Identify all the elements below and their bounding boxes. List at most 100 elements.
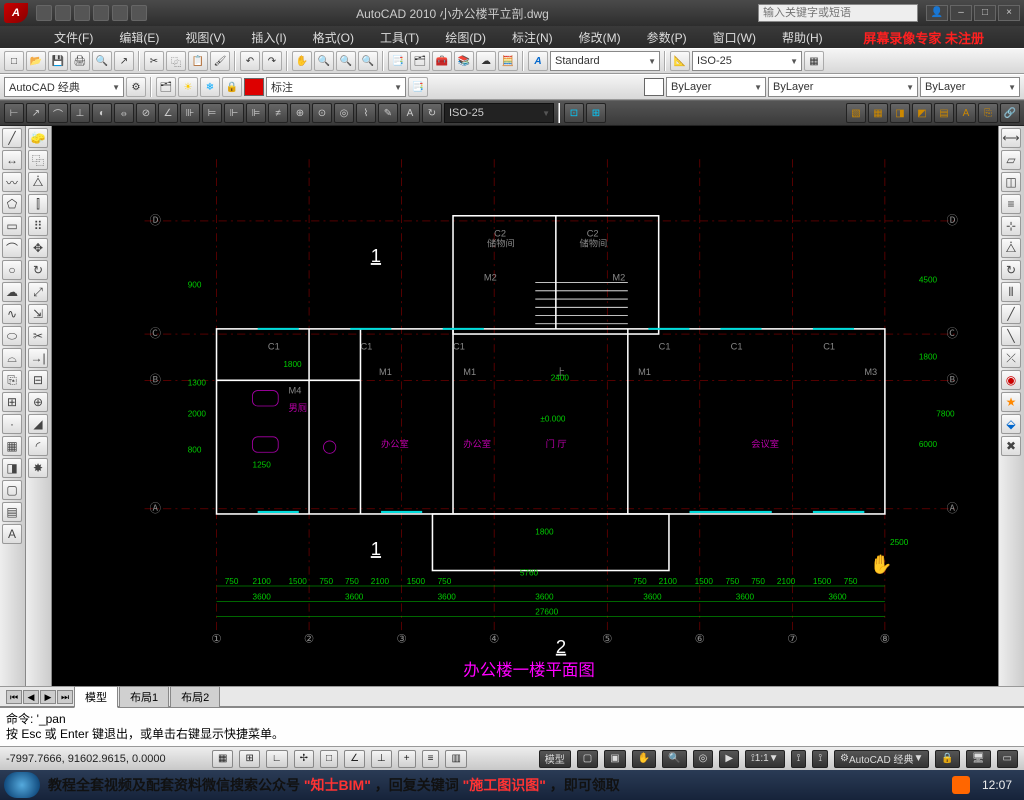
annoauto-icon[interactable]: ⟟ <box>812 750 828 768</box>
qp-icon[interactable]: ▥ <box>445 750 466 768</box>
dim-aligned-icon[interactable]: ↗ <box>26 103 46 123</box>
qat-undo-icon[interactable] <box>93 5 109 21</box>
tab-layout2[interactable]: 布局2 <box>170 686 220 708</box>
ortho-icon[interactable]: ∟ <box>266 750 288 768</box>
chamfer-icon[interactable]: ◢ <box>28 414 48 434</box>
dim-ang-icon[interactable]: ∠ <box>158 103 178 123</box>
mirror-icon[interactable]: ⧊ <box>28 172 48 192</box>
infocenter-icon[interactable]: 👤 <box>926 5 948 21</box>
table-icon[interactable]: ▤ <box>934 103 954 123</box>
layer-combo[interactable]: 标注 <box>266 77 406 97</box>
trim-icon[interactable]: ✂ <box>28 326 48 346</box>
constrain2-icon[interactable]: ⊞ <box>586 103 606 123</box>
drawing-canvas[interactable]: C2 C2 储物间 储物间 M2 M2 C1 C1 C1 C1 C1 C1 M1… <box>52 126 998 686</box>
pan-icon[interactable]: ✋ <box>292 51 312 71</box>
array-icon[interactable]: ⠿ <box>28 216 48 236</box>
mtext-icon[interactable]: A <box>956 103 976 123</box>
block-icon[interactable]: ▧ <box>846 103 866 123</box>
erase-icon[interactable]: 🧽 <box>28 128 48 148</box>
polar-icon[interactable]: ✢ <box>294 750 314 768</box>
app-logo[interactable]: A <box>4 3 28 23</box>
layerstate-icon[interactable]: 📑 <box>408 77 428 97</box>
markup-icon[interactable]: ☁ <box>476 51 496 71</box>
extend-icon[interactable]: →| <box>28 348 48 368</box>
linetype-combo[interactable]: ByLayer <box>768 77 918 97</box>
menu-param[interactable]: 参数(P) <box>643 27 691 48</box>
max-button[interactable]: □ <box>974 5 996 21</box>
qat-new-icon[interactable] <box>36 5 52 21</box>
layer-color-swatch[interactable] <box>244 78 264 96</box>
region3-icon[interactable]: ◫ <box>1001 172 1021 192</box>
undo-icon[interactable]: ↶ <box>240 51 260 71</box>
ssm-icon[interactable]: 📚 <box>454 51 474 71</box>
spline-icon[interactable]: ∿ <box>2 304 22 324</box>
qat-open-icon[interactable] <box>55 5 71 21</box>
ex-icon[interactable]: ╱ <box>1001 304 1021 324</box>
join-icon[interactable]: ⊕ <box>28 392 48 412</box>
props-icon[interactable]: 📑 <box>388 51 408 71</box>
id-icon[interactable]: ⊹ <box>1001 216 1021 236</box>
ora-icon[interactable]: ★ <box>1001 392 1021 412</box>
help-search-input[interactable] <box>758 4 918 22</box>
arc-icon[interactable]: ⌒ <box>2 238 22 258</box>
start-button[interactable] <box>4 772 40 798</box>
move-icon[interactable]: ✥ <box>28 238 48 258</box>
area-icon[interactable]: ▱ <box>1001 150 1021 170</box>
scale-icon[interactable]: ⤢ <box>28 282 48 302</box>
preview-icon[interactable]: 🔍 <box>92 51 112 71</box>
ellipse-icon[interactable]: ⬭ <box>2 326 22 346</box>
hatch-icon[interactable]: ▦ <box>868 103 888 123</box>
qat-print-icon[interactable] <box>131 5 147 21</box>
insertblk-icon[interactable]: ⎘ <box>2 370 22 390</box>
showmotion-icon[interactable]: ▶ <box>719 750 739 768</box>
menu-draw[interactable]: 绘图(D) <box>441 27 490 48</box>
explode-icon[interactable]: ✸ <box>28 458 48 478</box>
region-icon[interactable]: ◩ <box>912 103 932 123</box>
makeblk-icon[interactable]: ⊞ <box>2 392 22 412</box>
tablestyle-icon[interactable]: ▦ <box>804 51 824 71</box>
print-icon[interactable]: 🖨 <box>70 51 90 71</box>
nav-pan-icon[interactable]: ✋ <box>632 750 656 768</box>
dim-radius-icon[interactable]: ◐ <box>92 103 112 123</box>
qat-redo-icon[interactable] <box>112 5 128 21</box>
mtext2-icon[interactable]: A <box>2 524 22 544</box>
text-style-combo[interactable]: Standard <box>550 51 660 71</box>
min-button[interactable]: – <box>950 5 972 21</box>
dim-linear-icon[interactable]: ⊢ <box>4 103 24 123</box>
inspect-icon[interactable]: ◎ <box>334 103 354 123</box>
cut-icon[interactable]: ✂ <box>144 51 164 71</box>
tolerance-icon[interactable]: ⊕ <box>290 103 310 123</box>
dim-arc-icon[interactable]: ⌒ <box>48 103 68 123</box>
menu-insert[interactable]: 插入(I) <box>247 27 290 48</box>
lock-icon[interactable]: 🔒 <box>222 77 242 97</box>
freeze-icon[interactable]: ❄ <box>200 77 220 97</box>
otrack-icon[interactable]: ∠ <box>344 750 365 768</box>
align-icon[interactable]: ⫴ <box>1001 282 1021 302</box>
tab-layout1[interactable]: 布局1 <box>119 686 169 708</box>
offset-icon[interactable]: ⫿ <box>28 194 48 214</box>
dim-tedit-icon[interactable]: A <box>400 103 420 123</box>
dim-break-icon[interactable]: ≠ <box>268 103 288 123</box>
zoom-prev-icon[interactable]: 🔍 <box>358 51 378 71</box>
dim-edit-icon[interactable]: ✎ <box>378 103 398 123</box>
dim-dia-icon[interactable]: ⊘ <box>136 103 156 123</box>
tab-model[interactable]: 模型 <box>74 686 118 708</box>
menu-file[interactable]: 文件(F) <box>50 27 97 48</box>
color-combo[interactable]: ByLayer <box>666 77 766 97</box>
new-icon[interactable]: □ <box>4 51 24 71</box>
red-icon[interactable]: ◉ <box>1001 370 1021 390</box>
mirror3d-icon[interactable]: ⧊ <box>1001 238 1021 258</box>
open-icon[interactable]: 📂 <box>26 51 46 71</box>
ellipsearc-icon[interactable]: ⌓ <box>2 348 22 368</box>
command-window[interactable]: 命令: '_pan 按 Esc 或 Enter 键退出，或单击右键显示快捷菜单。 <box>0 706 1024 746</box>
point-icon[interactable]: · <box>2 414 22 434</box>
gradient-icon[interactable]: ◨ <box>2 458 22 478</box>
save-icon[interactable]: 💾 <box>48 51 68 71</box>
menu-edit[interactable]: 编辑(E) <box>115 27 163 48</box>
osnap-icon[interactable]: □ <box>320 750 338 768</box>
lineweight-combo[interactable]: ByLayer <box>920 77 1020 97</box>
lockui-icon[interactable]: 🔒 <box>935 750 959 768</box>
qview-icon[interactable]: ▢ <box>577 750 598 768</box>
calc-icon[interactable]: 🧮 <box>498 51 518 71</box>
insert-icon[interactable]: ⎘ <box>978 103 998 123</box>
